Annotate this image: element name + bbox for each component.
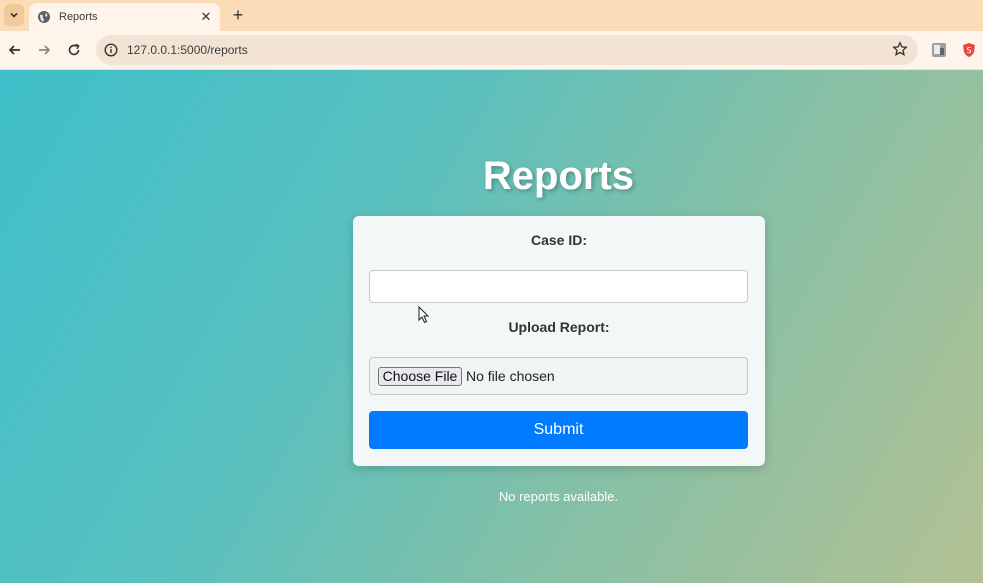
report-form: Case ID: Upload Report: Choose File No f… <box>353 216 765 466</box>
case-id-label: Case ID: <box>530 232 588 248</box>
browser-toolbar: 127.0.0.1:5000/reports S <box>0 31 983 70</box>
back-button[interactable] <box>5 40 25 60</box>
forward-button[interactable] <box>34 40 54 60</box>
submit-button[interactable]: Submit <box>369 411 748 449</box>
reload-button[interactable] <box>64 40 84 60</box>
tab-title: Reports <box>59 11 98 23</box>
choose-file-button[interactable]: Choose File <box>378 367 462 386</box>
address-url: 127.0.0.1:5000/reports <box>127 43 248 57</box>
globe-icon <box>38 11 50 23</box>
report-file-input[interactable]: Choose File No file chosen <box>369 357 748 395</box>
star-icon[interactable] <box>892 41 908 57</box>
tab-search-button[interactable] <box>4 4 24 26</box>
close-icon[interactable]: ✕ <box>198 9 214 25</box>
no-file-text: No file chosen <box>466 368 555 384</box>
reload-icon <box>68 43 80 56</box>
page-title: Reports <box>482 154 635 198</box>
page-body: Reports Case ID: Upload Report: Choose F… <box>0 70 983 583</box>
upload-report-label: Upload Report: <box>508 319 610 335</box>
status-message: No reports available. <box>498 489 619 504</box>
arrow-right-icon <box>39 45 51 55</box>
tab-strip: Reports ✕ + <box>0 0 983 31</box>
info-icon[interactable] <box>104 43 118 57</box>
arrow-left-icon <box>8 45 20 55</box>
extension-icon[interactable] <box>931 42 947 58</box>
tab-reports[interactable]: Reports ✕ <box>29 3 220 31</box>
mouse-cursor-icon <box>418 306 430 324</box>
chevron-down-icon <box>10 12 18 18</box>
address-bar[interactable]: 127.0.0.1:5000/reports <box>96 35 918 65</box>
svg-text:S: S <box>966 46 971 55</box>
new-tab-button[interactable]: + <box>229 6 247 24</box>
shield-extension-icon[interactable]: S <box>961 42 977 58</box>
case-id-input[interactable] <box>369 270 748 303</box>
